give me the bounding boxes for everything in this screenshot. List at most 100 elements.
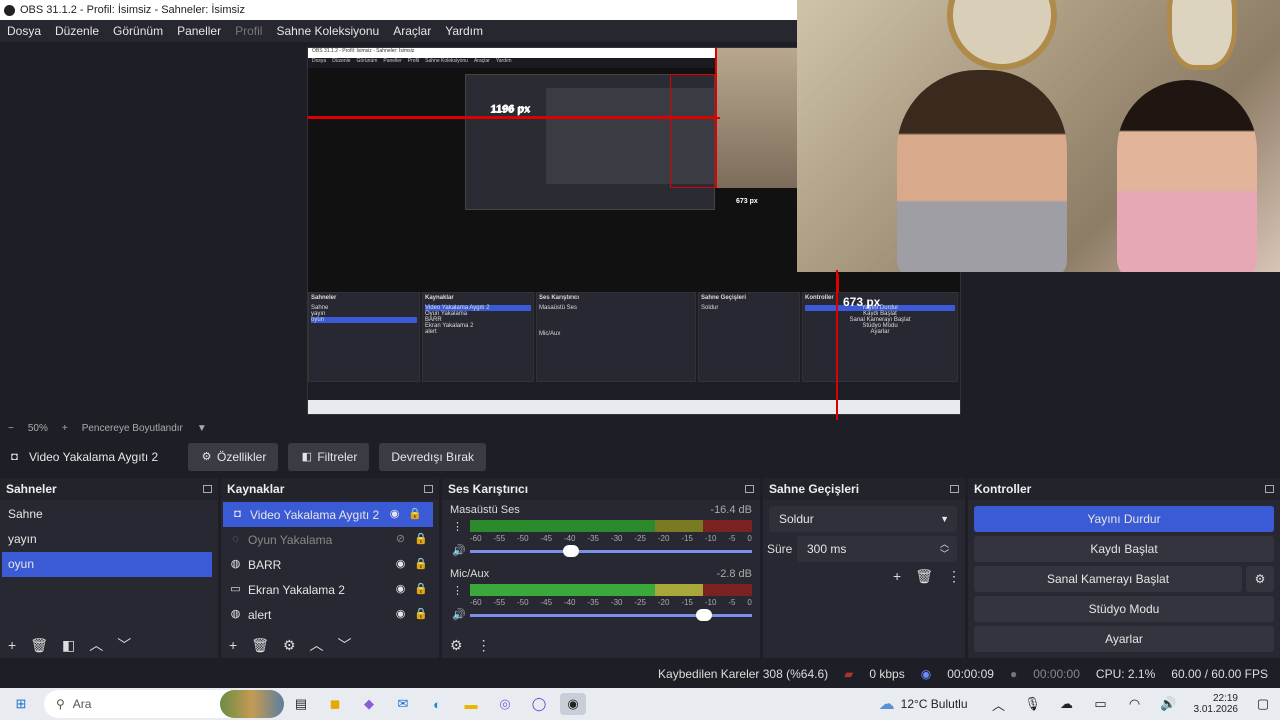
virtual-camera-settings-icon[interactable]: ⚙ [1246, 566, 1274, 592]
filters-button[interactable]: ◧ Filtreler [288, 443, 370, 471]
studio-mode-button[interactable]: Stüdyo Modu [974, 596, 1274, 622]
menu-araclar[interactable]: Araçlar [393, 24, 431, 38]
visibility-eye-icon[interactable]: ◉ [394, 583, 407, 596]
mixer-channel-desktop: Masaüstü Ses -16.4 dB ⋮ -60 -55 -50 -45 -40-… [442, 500, 760, 564]
properties-button[interactable]: ⚙ Özellikler [188, 443, 279, 471]
start-recording-button[interactable]: Kaydı Başlat [974, 536, 1274, 562]
volume-slider[interactable] [470, 545, 752, 557]
menu-paneller[interactable]: Paneller [177, 24, 221, 38]
notification-icon[interactable]: ▢ [1250, 693, 1276, 715]
obs-logo-icon [4, 4, 15, 16]
lock-icon[interactable]: 🔒 [414, 583, 428, 596]
zoom-mode-dropdown-icon[interactable]: ▼ [197, 423, 207, 434]
remove-source-icon[interactable]: 🗑 [251, 637, 269, 654]
volume-icon[interactable]: 🔊 [1156, 693, 1182, 715]
width-label: 1196 px [490, 104, 530, 116]
wifi-icon[interactable]: ◠ [1122, 693, 1148, 715]
scene-item-selected[interactable]: oyun [2, 552, 212, 577]
source-label: Video Yakalama Aygıtı 2 [250, 507, 380, 522]
copilot-icon[interactable]: ◆ [356, 693, 382, 715]
add-transition-button[interactable]: + [893, 568, 901, 585]
scene-transitions-dock: Sahne Geçişleri Soldur ▼ Süre 300 ms ︿ ﹀ … [763, 478, 965, 658]
file-explorer-icon[interactable]: ▬ [458, 693, 484, 715]
add-source-button[interactable]: + [229, 637, 237, 653]
lock-icon[interactable]: 🔒 [414, 608, 428, 621]
volume-slider[interactable] [470, 609, 752, 621]
menu-duzenle[interactable]: Düzenle [55, 24, 99, 38]
tick-label: -55 [493, 598, 506, 607]
menu-gorunum[interactable]: Görünüm [113, 24, 163, 38]
duration-input[interactable]: 300 ms ︿ ﹀ [797, 536, 957, 562]
battery-icon[interactable]: ▭ [1088, 693, 1114, 715]
start-virtual-camera-button[interactable]: Sanal Kamerayı Başlat [974, 566, 1242, 592]
transition-select[interactable]: Soldur ▼ [769, 506, 957, 532]
scene-item[interactable]: Sahne [0, 502, 218, 527]
source-item[interactable]: ◍ alert ◉ 🔒 [221, 602, 439, 627]
clock[interactable]: 22:19 3.01.2026 [1194, 693, 1239, 715]
mixer-menu-icon[interactable]: ⋮ [477, 637, 491, 654]
tick-label: -20 [657, 598, 670, 607]
store-icon[interactable]: ◼ [322, 693, 348, 715]
menu-yardim[interactable]: Yardım [445, 24, 483, 38]
tick-label: -25 [634, 598, 646, 607]
undock-icon[interactable] [203, 485, 212, 493]
scenes-dock-title: Sahneler [6, 482, 57, 496]
zoom-out-button[interactable]: − [8, 423, 14, 434]
lock-icon[interactable]: 🔒 [414, 558, 428, 571]
discord-icon[interactable]: ◎ [492, 693, 518, 715]
undock-icon[interactable] [950, 485, 959, 493]
outlook-icon[interactable]: ✉ [390, 693, 416, 715]
dropped-frames: Kaybedilen Kareler 308 (%64.6) [658, 667, 829, 681]
menu-dosya[interactable]: Dosya [7, 24, 41, 38]
visibility-eye-icon[interactable]: ◉ [388, 508, 401, 521]
windows-start-icon[interactable]: ⊞ [8, 693, 34, 715]
onedrive-icon[interactable]: ☁ [1054, 693, 1080, 715]
source-item[interactable]: ▭ Ekran Yakalama 2 ◉ 🔒 [221, 577, 439, 602]
undock-icon[interactable] [424, 485, 433, 493]
network-icon: ▰ [844, 667, 854, 681]
weather-text[interactable]: 12°C Bulutlu [901, 697, 968, 711]
edge-icon[interactable]: ◐ [424, 693, 450, 715]
move-up-icon[interactable]: ︿ [310, 635, 324, 655]
deactivate-button[interactable]: Devredışı Bırak [379, 443, 487, 471]
source-item-selected[interactable]: ◘ Video Yakalama Aygıtı 2 ◉ 🔒 [223, 502, 433, 527]
lock-icon[interactable]: 🔒 [414, 533, 428, 546]
stop-streaming-button[interactable]: Yayını Durdur [974, 506, 1274, 532]
obs-taskbar-icon[interactable]: ◉ [560, 693, 586, 715]
move-down-icon[interactable]: ﹀ [338, 635, 352, 655]
remove-transition-icon[interactable]: 🗑 [915, 568, 933, 585]
undock-icon[interactable] [1265, 485, 1274, 493]
transition-menu-icon[interactable]: ⋮ [947, 568, 961, 585]
channel-menu-icon[interactable]: ⋮ [452, 584, 463, 597]
undock-icon[interactable] [745, 485, 754, 493]
speaker-icon[interactable]: 🔊 [452, 544, 466, 557]
app-icon[interactable]: ◯ [526, 693, 552, 715]
add-scene-button[interactable]: + [8, 637, 16, 653]
move-up-icon[interactable]: ︿ [89, 635, 103, 655]
advanced-audio-icon[interactable]: ⚙ [450, 637, 463, 654]
move-down-icon[interactable]: ﹀ [117, 635, 131, 655]
visibility-eye-icon[interactable]: ◉ [394, 608, 407, 621]
remove-scene-icon[interactable]: 🗑 [30, 637, 48, 654]
source-item[interactable]: ◍ BARR ◉ 🔒 [221, 552, 439, 577]
microphone-icon[interactable]: 🎙 [1020, 693, 1046, 715]
scene-item[interactable]: yayın [0, 527, 218, 552]
volume-slider-handle[interactable] [696, 609, 713, 621]
channel-menu-icon[interactable]: ⋮ [452, 520, 463, 533]
taskbar-search[interactable]: ⚲ Ara [44, 690, 284, 718]
menu-sahne-koleksiyonu[interactable]: Sahne Koleksiyonu [276, 24, 379, 38]
zoom-in-button[interactable]: + [62, 423, 68, 434]
zoom-mode[interactable]: Pencereye Boyutlandır [82, 423, 183, 434]
source-properties-icon[interactable]: ⚙ [283, 637, 296, 654]
hidden-eye-icon[interactable]: ⊘ [394, 533, 407, 546]
scene-filters-icon[interactable]: ◧ [62, 637, 75, 654]
spinner-icon[interactable]: ︿ ﹀ [940, 539, 949, 559]
visibility-eye-icon[interactable]: ◉ [394, 558, 407, 571]
tray-chevron-icon[interactable]: ︿ [986, 693, 1012, 715]
settings-button[interactable]: Ayarlar [974, 626, 1274, 652]
lock-icon[interactable]: 🔒 [408, 508, 422, 521]
volume-slider-handle[interactable] [563, 545, 580, 557]
source-item[interactable]: ◌ Oyun Yakalama ⊘ 🔒 [221, 527, 439, 552]
speaker-icon[interactable]: 🔊 [452, 608, 466, 621]
task-view-icon[interactable]: ▤ [288, 693, 314, 715]
